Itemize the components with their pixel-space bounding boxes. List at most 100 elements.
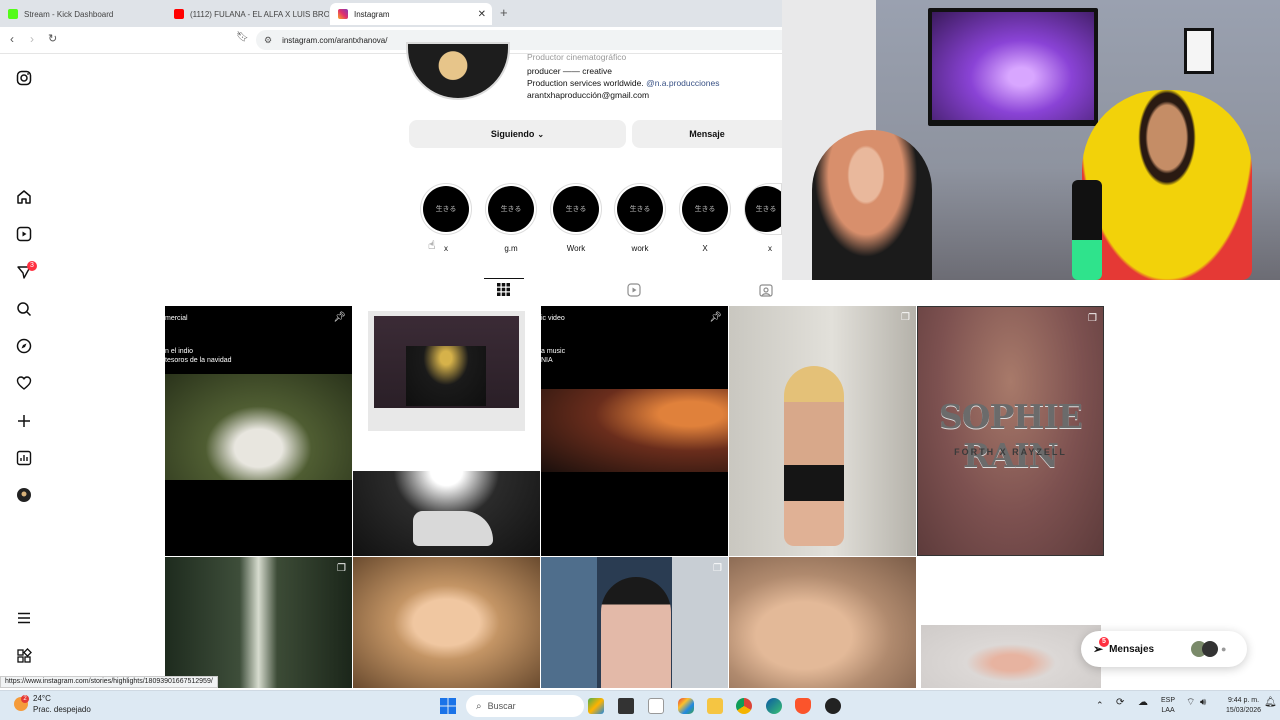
messages-floating-button[interactable]: ➢ 5 Mensajes ● [1081, 631, 1247, 667]
profile-avatar-icon[interactable] [16, 487, 32, 503]
bio-mention-link[interactable]: @n.a.producciones [646, 78, 719, 88]
tab-kick-dashboard[interactable]: Stream - Kick Dashboard [0, 3, 165, 25]
tab-title: Stream - Kick Dashboard [24, 9, 114, 19]
streamer-left [812, 130, 932, 280]
group-photo [374, 316, 519, 408]
more-menu-icon[interactable] [16, 610, 32, 626]
search-icon: ⌕ [476, 700, 482, 712]
weather-desc: Prac. despejado [33, 705, 91, 714]
highlight-item[interactable]: 生きる [485, 183, 537, 235]
highlight-item[interactable]: 生きる [550, 183, 602, 235]
weather-temp: 24°C [33, 694, 51, 703]
notifications-bell-icon[interactable]: 🔔︎ [1264, 698, 1277, 708]
instagram-logo-icon[interactable] [16, 70, 32, 86]
close-tab-icon[interactable]: ✕ [478, 9, 486, 20]
post-thumbnail[interactable] [353, 306, 540, 470]
also-from-meta-icon[interactable] [16, 648, 32, 664]
highlight-item[interactable]: 生きる [614, 183, 666, 235]
post-caption-line: tesoros de la navidad [165, 357, 232, 364]
explore-icon[interactable] [16, 338, 32, 354]
post-thumbnail[interactable]: SOPHIE RAIN FORTH X RAYZELL ❐ [917, 306, 1104, 556]
post-thumbnail[interactable]: ❐ [165, 557, 352, 688]
message-button[interactable]: Mensaje [632, 120, 782, 148]
highlight-item[interactable]: 生きる [744, 183, 782, 235]
posts-grid-icon[interactable] [497, 283, 510, 296]
highlight-label: X [702, 244, 708, 253]
weather-alert-badge: 2 [21, 695, 29, 703]
dashboard-icon[interactable] [16, 450, 32, 466]
post-thumbnail[interactable] [729, 557, 916, 688]
carousel-icon: ❐ [713, 563, 722, 574]
highlight-cover: 生きる [745, 186, 781, 232]
tray-app-icon[interactable]: ⟳ [1116, 698, 1124, 708]
language-layout: LAA [1161, 707, 1175, 714]
forward-icon[interactable]: › [30, 32, 34, 46]
notepad-icon[interactable] [648, 698, 664, 714]
highlight-cover: 生きる [682, 186, 728, 232]
input-language[interactable]: ESP LAA [1161, 696, 1175, 716]
post-thumbnail[interactable] [353, 557, 540, 688]
chevron-down-icon: ⌄ [537, 129, 545, 139]
more-avatars-icon: ● [1221, 644, 1227, 654]
create-plus-icon[interactable] [16, 413, 32, 429]
bio-line-2: Production services worldwide. @n.a.prod… [527, 78, 719, 88]
widget-icon[interactable] [588, 698, 604, 714]
wifi-icon[interactable]: ⌔ [1186, 698, 1195, 708]
avatar [1202, 641, 1218, 657]
highlight-cover: 生きる [488, 186, 534, 232]
taskbar-search[interactable]: ⌕ Buscar [466, 695, 584, 717]
home-icon[interactable] [16, 189, 32, 205]
profile-avatar[interactable] [406, 42, 510, 100]
highlight-item[interactable]: 生きる [420, 183, 472, 235]
following-button[interactable]: Siguiendo ⌄ [409, 120, 626, 148]
reels-icon[interactable] [16, 226, 32, 242]
address-bar[interactable]: ⚙ instagram.com/arantxhanova/ [256, 30, 782, 50]
tab-title: Instagram [354, 9, 390, 19]
post-thumbnail[interactable]: ❐ [729, 306, 916, 556]
youtube-icon [174, 9, 184, 19]
url-text: instagram.com/arantxhanova/ [282, 35, 388, 45]
notifications-heart-icon[interactable] [16, 375, 32, 391]
post-thumbnail[interactable]: mercial n el indio tesoros de la navidad… [165, 306, 352, 556]
tray-cloud-icon[interactable]: ☁︎ [1138, 698, 1148, 708]
kick-icon [8, 9, 18, 19]
highlight-cover: 生きる [553, 186, 599, 232]
chrome-icon[interactable] [736, 698, 752, 714]
language-code: ESP [1161, 697, 1176, 704]
person-figure [601, 577, 671, 688]
streamer-right [1082, 90, 1252, 280]
highlight-item[interactable]: 生きる [679, 183, 731, 235]
post-thumbnail[interactable] [917, 619, 1104, 688]
windows-start-icon[interactable] [440, 698, 456, 714]
tagged-tab-icon[interactable] [759, 283, 773, 297]
tray-expand-icon[interactable]: ⌃ [1096, 700, 1104, 710]
person-figure [784, 366, 844, 546]
new-tab-button[interactable]: + [500, 5, 508, 20]
post-thumbnail[interactable]: ic video a music NIA 📌︎ [541, 306, 728, 556]
post-thumbnail[interactable] [353, 471, 540, 556]
bookmark-icon[interactable]: 🔖︎ [236, 32, 249, 43]
post-title-text: SOPHIE RAIN [938, 397, 1083, 475]
search-icon[interactable] [16, 301, 32, 317]
browser-tab-bar: Stream - Kick Dashboard (1112) FULANA - … [0, 0, 782, 27]
direct-send-icon: ➢ 5 [1093, 637, 1109, 656]
reels-tab-icon[interactable] [627, 283, 641, 297]
obs-icon[interactable] [825, 698, 841, 714]
reload-icon[interactable]: ↻ [48, 32, 57, 45]
copilot-icon[interactable] [678, 698, 694, 714]
edge-icon[interactable] [766, 698, 782, 714]
task-view-icon[interactable] [618, 698, 634, 714]
pinned-icon: 📌︎ [709, 312, 722, 323]
volume-icon[interactable]: 🔊︎ [1200, 698, 1206, 708]
post-subtitle-text: FORTH X RAYZELL [954, 447, 1067, 457]
tab-youtube[interactable]: (1112) FULANA - EL ALFA X LUIS BRO [166, 3, 329, 25]
site-settings-icon[interactable]: ⚙ [264, 35, 272, 46]
back-icon[interactable]: ‹ [10, 32, 14, 46]
post-image [541, 389, 728, 472]
tv-frame [928, 8, 1098, 126]
post-thumbnail[interactable]: ❐ [541, 557, 728, 688]
clock[interactable]: 9:44 p. m. 15/03/2026 [1226, 696, 1261, 716]
file-explorer-icon[interactable] [707, 698, 723, 714]
tab-instagram[interactable]: Instagram ✕ [330, 3, 492, 25]
brave-icon[interactable] [795, 698, 811, 714]
